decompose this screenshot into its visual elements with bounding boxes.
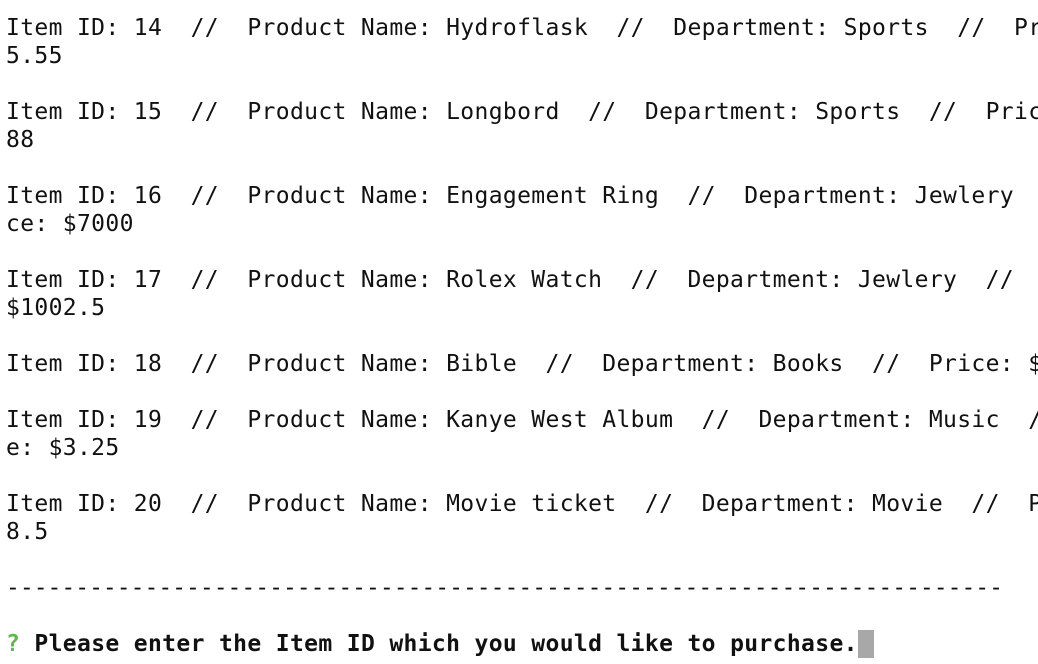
terminal-cursor[interactable] [858,630,874,658]
item-15-wrap: 88 [6,127,35,153]
item-19-line: Item ID: 19 // Product Name: Kanye West … [6,407,1038,433]
item-19-wrap: e: $3.25 [6,435,120,461]
prompt-text: Please enter the Item ID which you would… [34,631,858,657]
item-17-line: Item ID: 17 // Product Name: Rolex Watch… [6,267,1038,293]
separator-line: ----------------------------------------… [6,575,1003,601]
item-14-wrap: 5.55 [6,43,63,69]
item-20-wrap: 8.5 [6,519,49,545]
item-20-line: Item ID: 20 // Product Name: Movie ticke… [6,491,1038,517]
item-15-line: Item ID: 15 // Product Name: Longbord //… [6,99,1038,125]
item-16-line: Item ID: 16 // Product Name: Engagement … [6,183,1038,209]
item-17-wrap: $1002.5 [6,295,106,321]
item-16-wrap: ce: $7000 [6,211,134,237]
purchase-prompt: ? Please enter the Item ID which you wou… [6,630,858,658]
item-18-line: Item ID: 18 // Product Name: Bible // De… [6,351,1038,377]
item-14-line: Item ID: 14 // Product Name: Hydroflask … [6,15,1038,41]
prompt-question-icon: ? [6,631,21,657]
